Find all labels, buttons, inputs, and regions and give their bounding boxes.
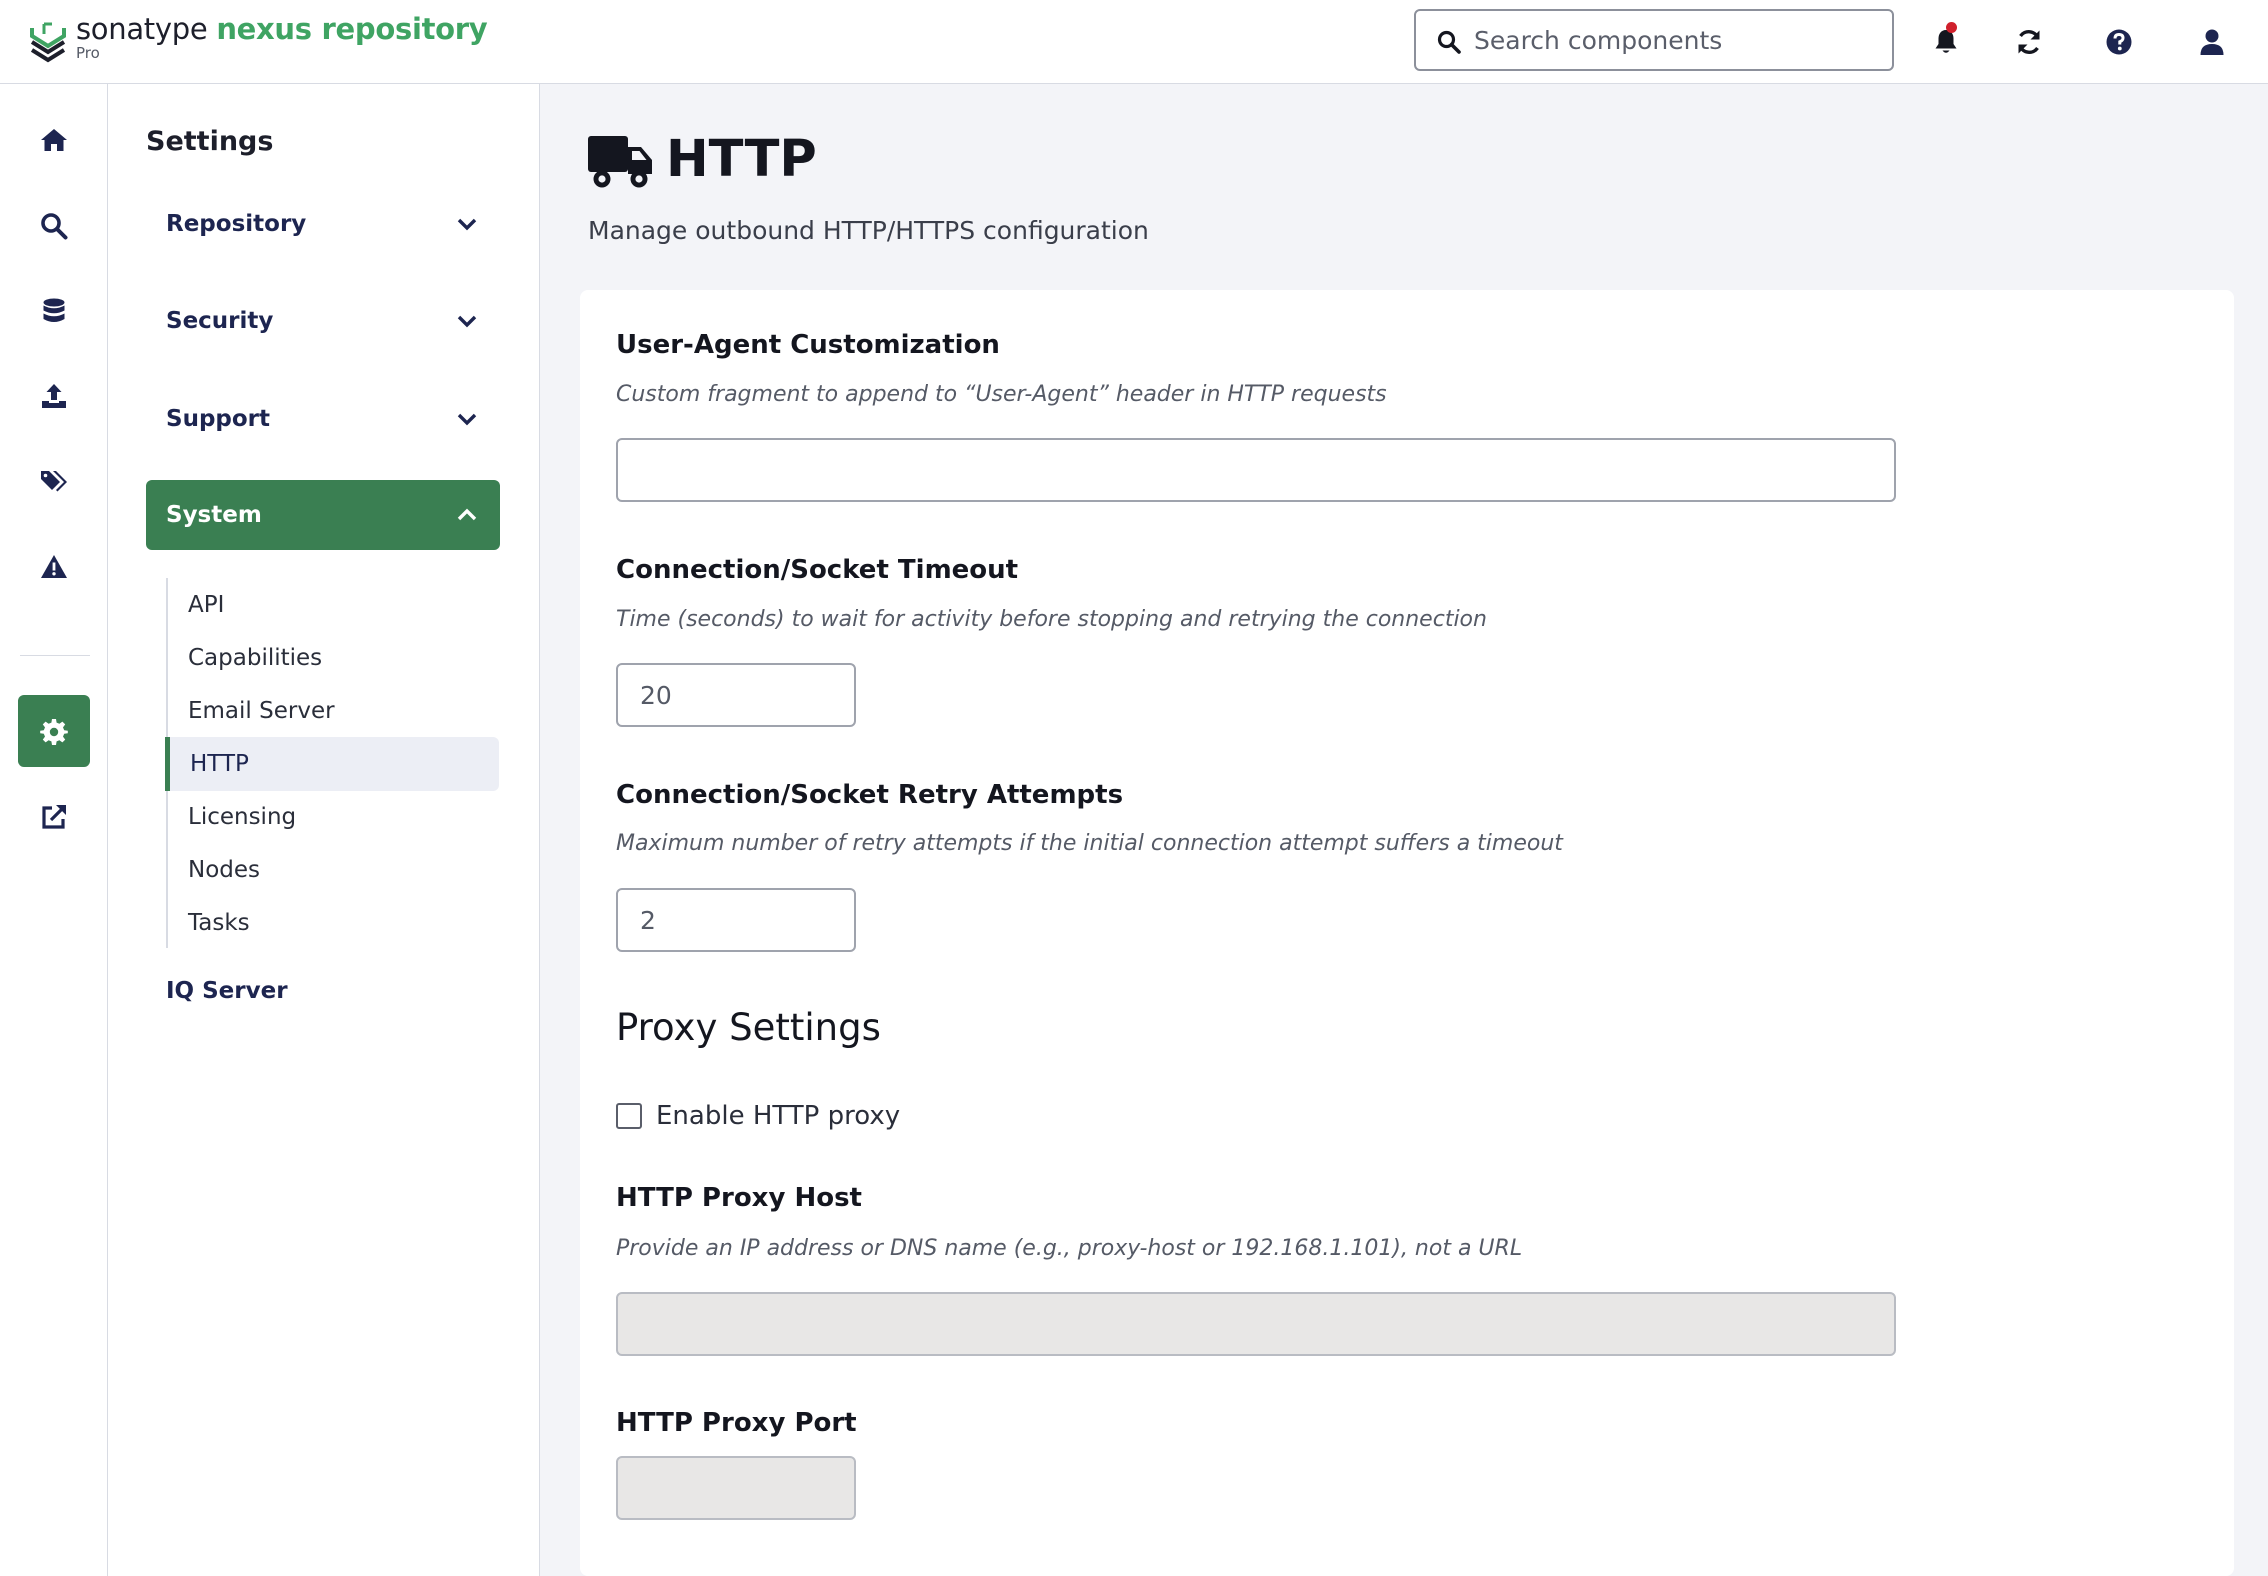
user-menu-button[interactable] [2190, 20, 2234, 64]
warning-icon [41, 555, 67, 578]
refresh-button[interactable] [2007, 20, 2051, 64]
sidebar-group-support[interactable]: Support [146, 384, 500, 454]
sidebar-group-repository[interactable]: Repository [146, 189, 500, 259]
rail-divider [20, 655, 90, 656]
help-button[interactable] [2097, 20, 2141, 64]
nav-upload[interactable] [18, 360, 90, 432]
enable-proxy-checkbox-row[interactable]: Enable HTTP proxy [616, 1098, 900, 1134]
upload-icon [42, 384, 66, 408]
primary-nav-rail [0, 84, 108, 1576]
timeout-help: Time (seconds) to wait for activity befo… [616, 607, 1487, 632]
nav-search[interactable] [18, 190, 90, 262]
timeout-label: Connection/Socket Timeout [616, 555, 1019, 585]
sidebar-item-iq-server[interactable]: IQ Server [146, 964, 500, 1018]
retry-attempts-input[interactable] [616, 888, 856, 952]
truck-icon [588, 136, 652, 188]
system-subnav: API Capabilities Email Server HTTP Licen… [165, 578, 502, 950]
bell-icon [1935, 30, 1957, 53]
nav-tags[interactable] [18, 445, 90, 517]
retry-attempts-help: Maximum number of retry attempts if the … [616, 831, 1563, 856]
page-title: HTTP [666, 130, 817, 189]
database-icon [43, 298, 65, 322]
user-agent-input[interactable] [616, 438, 1896, 502]
sidebar-item-nodes[interactable]: Nodes [168, 843, 502, 897]
logo-edition: Pro [76, 44, 100, 62]
notification-dot [1946, 22, 1957, 33]
tags-icon [41, 471, 67, 492]
nav-browse[interactable] [18, 275, 90, 347]
sidebar-item-capabilities[interactable]: Capabilities [168, 631, 502, 685]
nav-malware[interactable] [18, 531, 90, 603]
search-icon [1437, 30, 1461, 54]
user-icon [2200, 29, 2224, 55]
user-agent-help: Custom fragment to append to “User-Agent… [616, 382, 1387, 407]
sidebar-group-label: Repository [166, 211, 307, 237]
logo-product: nexus repository [216, 12, 488, 46]
sidebar-item-http[interactable]: HTTP [165, 737, 499, 791]
page-subtitle: Manage outbound HTTP/HTTPS configuration [588, 216, 1149, 245]
sidebar-group-label: Support [166, 406, 271, 432]
sidebar-item-licensing[interactable]: Licensing [168, 790, 502, 844]
proxy-host-help: Provide an IP address or DNS name (e.g.,… [616, 1236, 1523, 1261]
chevron-down-icon [457, 413, 477, 426]
proxy-port-label: HTTP Proxy Port [616, 1408, 857, 1438]
sidebar-item-email-server[interactable]: Email Server [168, 684, 502, 738]
logo-wordmark: sonatype nexus repository [76, 12, 488, 46]
help-icon [2106, 29, 2132, 55]
proxy-host-input[interactable] [616, 1292, 1896, 1356]
sidebar-group-label: Security [166, 308, 274, 334]
home-icon [41, 129, 67, 151]
search-input[interactable] [1474, 17, 1874, 63]
chevron-down-icon [457, 218, 477, 231]
enable-proxy-checkbox[interactable] [616, 1103, 642, 1129]
refresh-icon [2018, 30, 2040, 54]
proxy-host-label: HTTP Proxy Host [616, 1183, 862, 1213]
sidebar-title: Settings [146, 126, 274, 157]
nav-home[interactable] [18, 104, 90, 176]
sidebar-item-tasks[interactable]: Tasks [168, 896, 502, 950]
sidebar-group-security[interactable]: Security [146, 286, 500, 356]
sonatype-logo-icon [30, 22, 66, 63]
retry-attempts-label: Connection/Socket Retry Attempts [616, 780, 1124, 810]
sidebar-item-api[interactable]: API [168, 578, 502, 632]
notifications-button[interactable] [1924, 20, 1968, 64]
proxy-port-input[interactable] [616, 1456, 856, 1520]
chevron-up-icon [457, 508, 477, 521]
chevron-down-icon [457, 315, 477, 328]
gear-icon [40, 719, 68, 745]
enable-proxy-label: Enable HTTP proxy [656, 1101, 901, 1131]
sidebar-group-system[interactable]: System [146, 480, 500, 550]
http-settings-form: User-Agent Customization Custom fragment… [580, 290, 2234, 1576]
user-agent-label: User-Agent Customization [616, 330, 1000, 360]
logo-brand: sonatype [76, 12, 208, 46]
external-link-icon [42, 805, 66, 829]
proxy-settings-heading: Proxy Settings [616, 1006, 881, 1049]
settings-sidebar: Settings Repository Security Support Sys… [108, 84, 540, 1576]
search-icon [41, 213, 68, 240]
search-box[interactable] [1414, 9, 1894, 71]
timeout-input[interactable] [616, 663, 856, 727]
nav-external-link[interactable] [18, 781, 90, 853]
app-logo[interactable]: sonatype nexus repository Pro [28, 12, 488, 74]
sidebar-group-label: System [166, 502, 262, 528]
nav-settings[interactable] [18, 695, 90, 767]
top-header: sonatype nexus repository Pro [0, 0, 2268, 84]
